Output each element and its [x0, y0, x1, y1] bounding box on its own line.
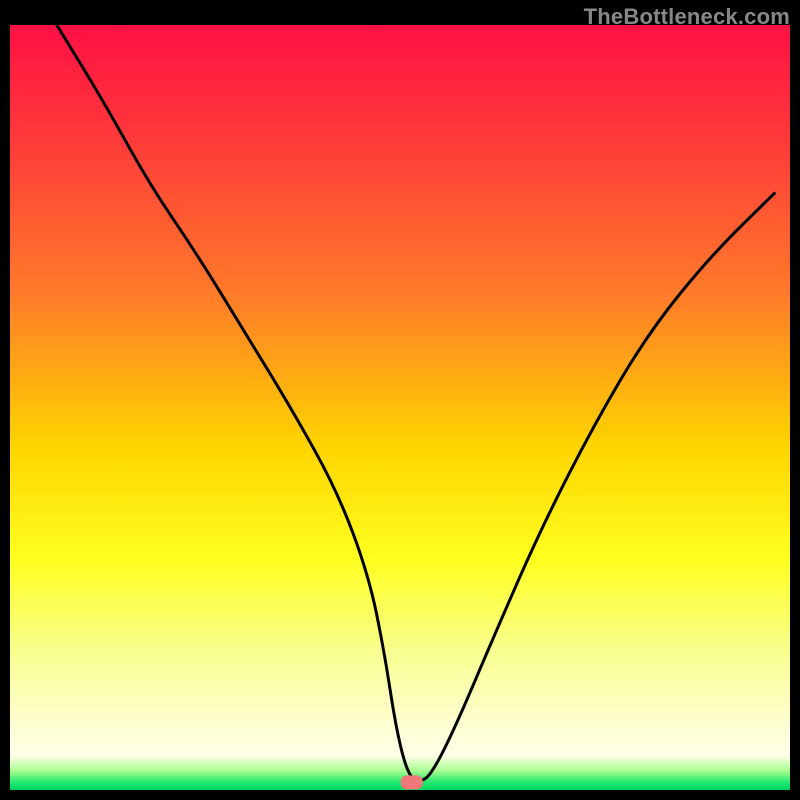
curve-marker — [401, 775, 423, 789]
chart-background — [10, 25, 790, 790]
chart-svg — [10, 25, 790, 790]
chart-container — [10, 25, 790, 790]
watermark-text: TheBottleneck.com — [584, 4, 790, 30]
